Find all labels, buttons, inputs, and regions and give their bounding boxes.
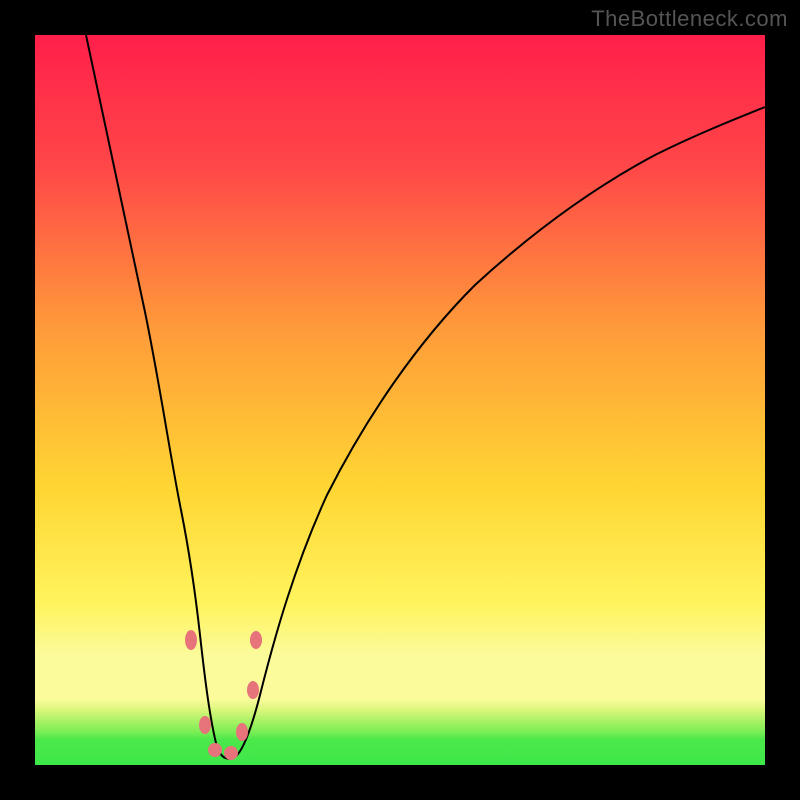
curve-marker	[208, 743, 222, 757]
plot-area	[35, 35, 765, 765]
curve-marker	[247, 681, 259, 699]
bottleneck-curve	[35, 35, 765, 765]
curve-marker	[224, 746, 238, 760]
curve-marker	[236, 723, 248, 741]
curve-marker	[250, 631, 262, 649]
curve-marker	[185, 630, 197, 650]
curve-marker	[199, 716, 211, 734]
watermark-text: TheBottleneck.com	[591, 6, 788, 32]
curve-path	[86, 35, 765, 759]
